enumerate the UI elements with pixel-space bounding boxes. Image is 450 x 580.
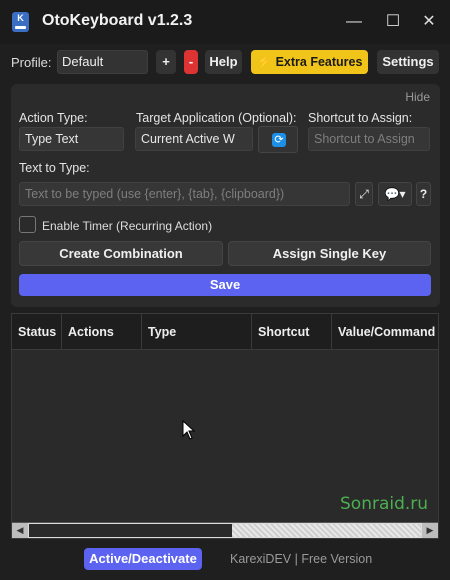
minimize-button[interactable]: — bbox=[343, 12, 365, 34]
scroll-right-icon[interactable]: ▶ bbox=[422, 523, 438, 538]
action-type-label: Action Type: bbox=[19, 111, 88, 125]
text-to-type-input[interactable]: Text to be typed (use {enter}, {tab}, {c… bbox=[19, 182, 350, 206]
target-app-label: Target Application (Optional): bbox=[136, 111, 297, 125]
add-profile-button[interactable]: + bbox=[156, 50, 176, 74]
extra-features-button[interactable]: ⚡ Extra Features bbox=[251, 50, 368, 74]
scroll-left-icon[interactable]: ◀ bbox=[12, 523, 28, 538]
column-header-status[interactable]: Status bbox=[12, 314, 62, 350]
timer-label: Enable Timer (Recurring Action) bbox=[42, 219, 213, 233]
scrollbar-thumb[interactable] bbox=[29, 524, 232, 537]
footer-credit: KarexiDEV | Free Version bbox=[230, 552, 373, 566]
column-header-actions[interactable]: Actions bbox=[62, 314, 142, 350]
close-button[interactable]: ✕ bbox=[418, 12, 440, 34]
chat-dropdown-icon[interactable]: 💬▾ bbox=[378, 182, 412, 206]
action-panel: Hide Action Type: Type Text Target Appli… bbox=[11, 84, 440, 307]
settings-button[interactable]: Settings bbox=[377, 50, 439, 74]
question-button[interactable]: ? bbox=[416, 182, 431, 206]
hide-panel-link[interactable]: Hide bbox=[405, 90, 430, 104]
profile-label: Profile: bbox=[11, 55, 52, 70]
text-to-type-label: Text to Type: bbox=[19, 161, 90, 175]
column-header-shortcut[interactable]: Shortcut bbox=[252, 314, 332, 350]
target-app-field[interactable]: Current Active W bbox=[135, 127, 253, 151]
maximize-button[interactable]: ☐ bbox=[382, 12, 404, 34]
app-logo-icon: K bbox=[12, 12, 29, 32]
shortcut-input[interactable]: Shortcut to Assign bbox=[308, 127, 430, 151]
refresh-button[interactable]: ⟳ bbox=[258, 126, 298, 153]
active-deactivate-button[interactable]: Active/Deactivate bbox=[84, 548, 202, 570]
assign-single-key-button[interactable]: Assign Single Key bbox=[228, 241, 431, 266]
help-button[interactable]: Help bbox=[205, 50, 242, 74]
column-header-value[interactable]: Value/Command bbox=[332, 314, 440, 350]
profile-select[interactable]: Default bbox=[57, 50, 148, 74]
shortcut-label: Shortcut to Assign: bbox=[308, 111, 413, 125]
mouse-cursor-icon bbox=[182, 420, 196, 440]
expand-icon[interactable]: ⤢ bbox=[355, 182, 373, 206]
horizontal-scrollbar[interactable]: ◀ ▶ bbox=[12, 522, 438, 538]
column-header-type[interactable]: Type bbox=[142, 314, 252, 350]
remove-profile-button[interactable]: - bbox=[184, 50, 198, 74]
shortcuts-table: Status Actions Type Shortcut Value/Comma… bbox=[11, 313, 439, 539]
timer-checkbox[interactable] bbox=[19, 216, 36, 233]
save-button[interactable]: Save bbox=[19, 274, 431, 296]
table-header: Status Actions Type Shortcut Value/Comma… bbox=[12, 314, 438, 350]
title-bar: K OtoKeyboard v1.2.3 — ☐ ✕ bbox=[0, 0, 450, 44]
scrollbar-track[interactable] bbox=[232, 524, 421, 537]
window-title: OtoKeyboard v1.2.3 bbox=[42, 12, 193, 29]
action-type-select[interactable]: Type Text bbox=[19, 127, 124, 151]
refresh-icon: ⟳ bbox=[272, 133, 286, 147]
create-combination-button[interactable]: Create Combination bbox=[19, 241, 223, 266]
watermark-text: Sonraid.ru bbox=[340, 494, 429, 514]
